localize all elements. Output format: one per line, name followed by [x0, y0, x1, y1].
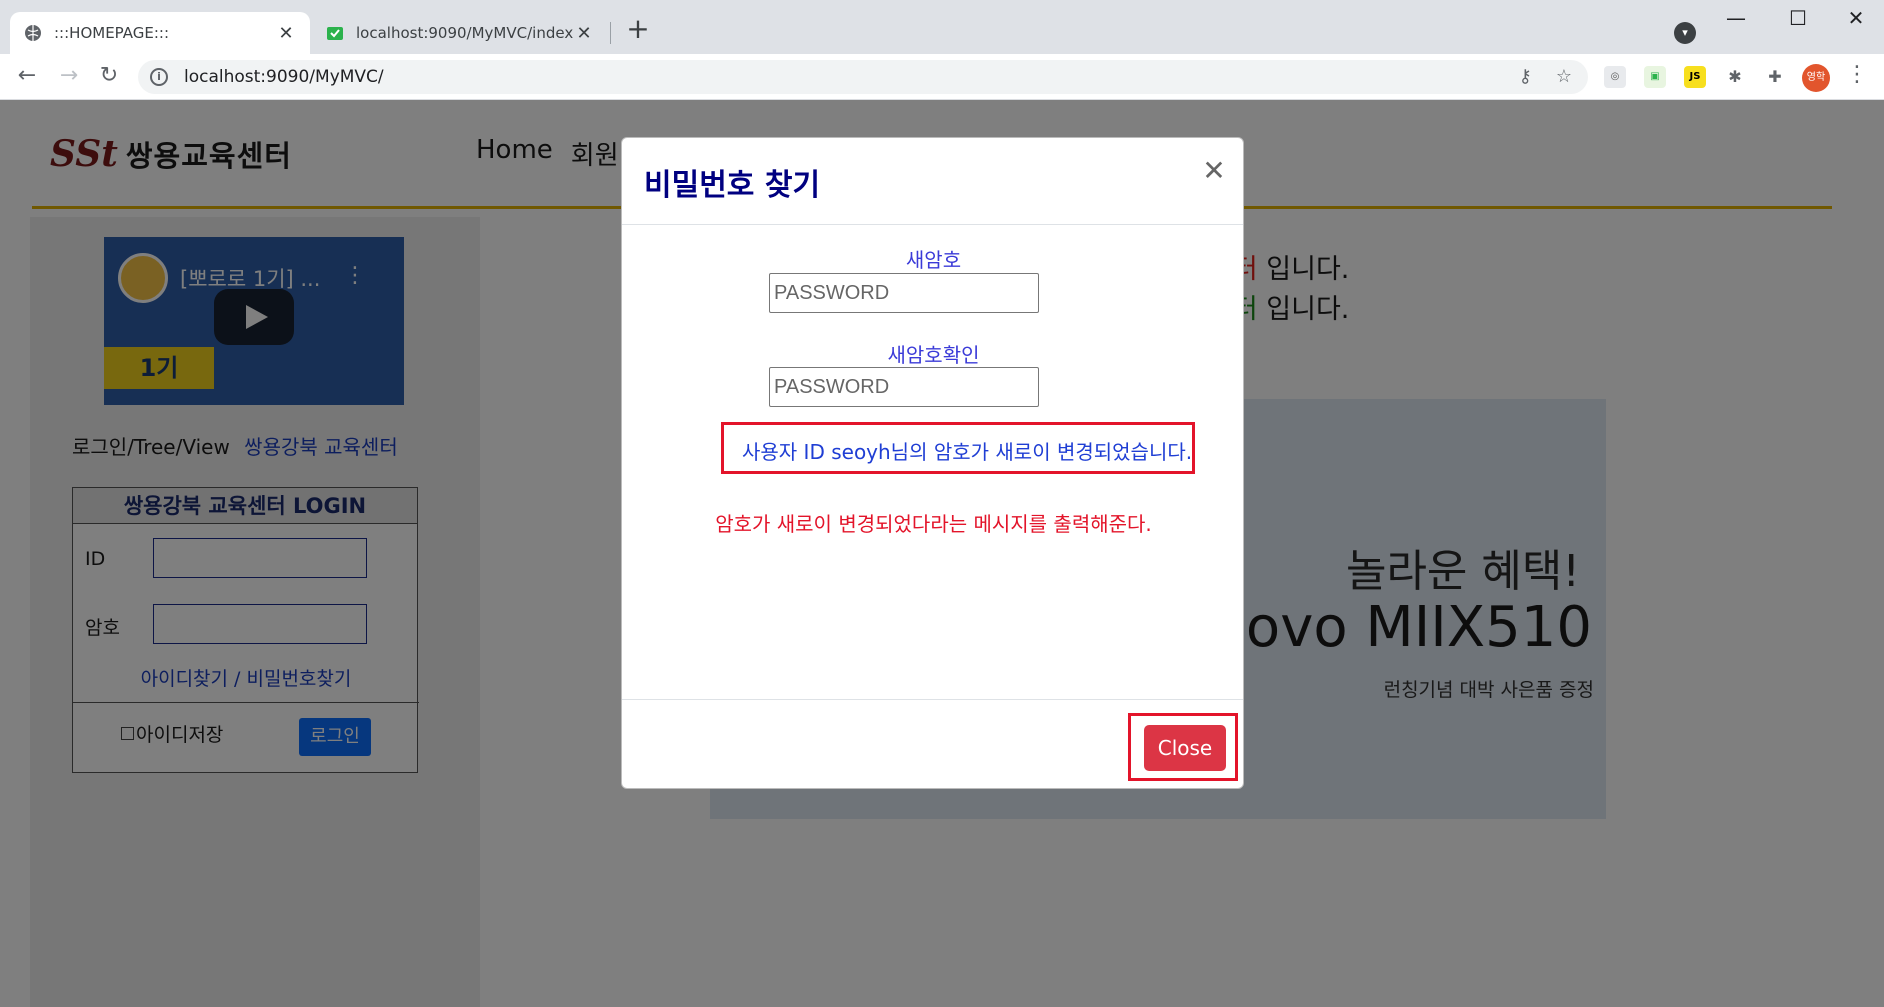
- site-info-icon[interactable]: i: [150, 68, 168, 86]
- bookmark-star-icon[interactable]: ☆: [1556, 66, 1572, 87]
- forward-icon[interactable]: →: [56, 64, 82, 90]
- tab-homepage[interactable]: :::HOMEPAGE::: ✕: [10, 12, 310, 54]
- tab-index[interactable]: localhost:9090/MyMVC/index.up ✕: [312, 12, 608, 54]
- modal-header-divider: [622, 224, 1243, 225]
- annotation-text: 암호가 새로이 변경되었다라는 메시지를 출력해준다.: [715, 512, 1152, 536]
- address-bar[interactable]: i localhost:9090/MyMVC/ ⚷ ☆: [138, 60, 1588, 94]
- close-tab-icon[interactable]: ✕: [276, 23, 296, 44]
- profile-avatar[interactable]: 영학: [1802, 64, 1830, 92]
- new-tab-icon[interactable]: +: [624, 15, 652, 44]
- page-favicon-icon: [327, 27, 343, 40]
- tab-title: :::HOMEPAGE:::: [54, 24, 170, 42]
- extension-screen-icon[interactable]: ▣: [1644, 66, 1666, 88]
- window-close-icon[interactable]: ✕: [1836, 6, 1876, 30]
- tab-search-icon[interactable]: ▾: [1674, 22, 1696, 44]
- tab-separator: [610, 22, 611, 44]
- globe-icon: [25, 25, 41, 41]
- confirm-password-label: 새암호확인: [887, 343, 980, 367]
- browser-tab-strip: :::HOMEPAGE::: ✕ localhost:9090/MyMVC/in…: [0, 0, 1884, 54]
- browser-toolbar: ← → ↻ i localhost:9090/MyMVC/ ⚷ ☆ ◎ ▣ JS…: [0, 54, 1884, 100]
- new-password-label: 새암호: [905, 248, 962, 272]
- extension-icon[interactable]: ◎: [1604, 66, 1626, 88]
- minimize-icon[interactable]: —: [1716, 6, 1756, 30]
- reload-icon[interactable]: ↻: [96, 64, 122, 90]
- modal-title: 비밀번호 찾기: [644, 168, 821, 203]
- modal-footer-divider: [622, 699, 1243, 700]
- tab-title: localhost:9090/MyMVC/index.up: [356, 24, 574, 42]
- maximize-icon[interactable]: ☐: [1778, 6, 1818, 30]
- find-password-modal: 비밀번호 찾기 ✕ 새암호 PASSWORD 새암호확인 PASSWORD 사용…: [621, 137, 1244, 789]
- result-message-highlight: 사용자 ID seoyh님의 암호가 새로이 변경되었습니다.: [721, 422, 1195, 474]
- new-password-input[interactable]: PASSWORD: [769, 273, 1039, 313]
- close-button[interactable]: Close: [1144, 725, 1226, 771]
- back-icon[interactable]: ←: [14, 64, 40, 90]
- js-extension-icon[interactable]: JS: [1684, 66, 1706, 88]
- key-icon[interactable]: ⚷: [1519, 66, 1532, 87]
- address-url[interactable]: localhost:9090/MyMVC/: [184, 67, 384, 87]
- result-message: 사용자 ID seoyh님의 암호가 새로이 변경되었습니다.: [742, 440, 1193, 464]
- puzzle-icon[interactable]: ✚: [1764, 66, 1786, 88]
- close-tab-icon[interactable]: ✕: [574, 23, 594, 44]
- bug-icon[interactable]: ✱: [1724, 66, 1746, 88]
- confirm-password-input[interactable]: PASSWORD: [769, 367, 1039, 407]
- close-icon[interactable]: ✕: [1198, 156, 1230, 188]
- more-menu-icon[interactable]: ⋮: [1846, 62, 1868, 87]
- close-button-highlight: Close: [1128, 713, 1238, 781]
